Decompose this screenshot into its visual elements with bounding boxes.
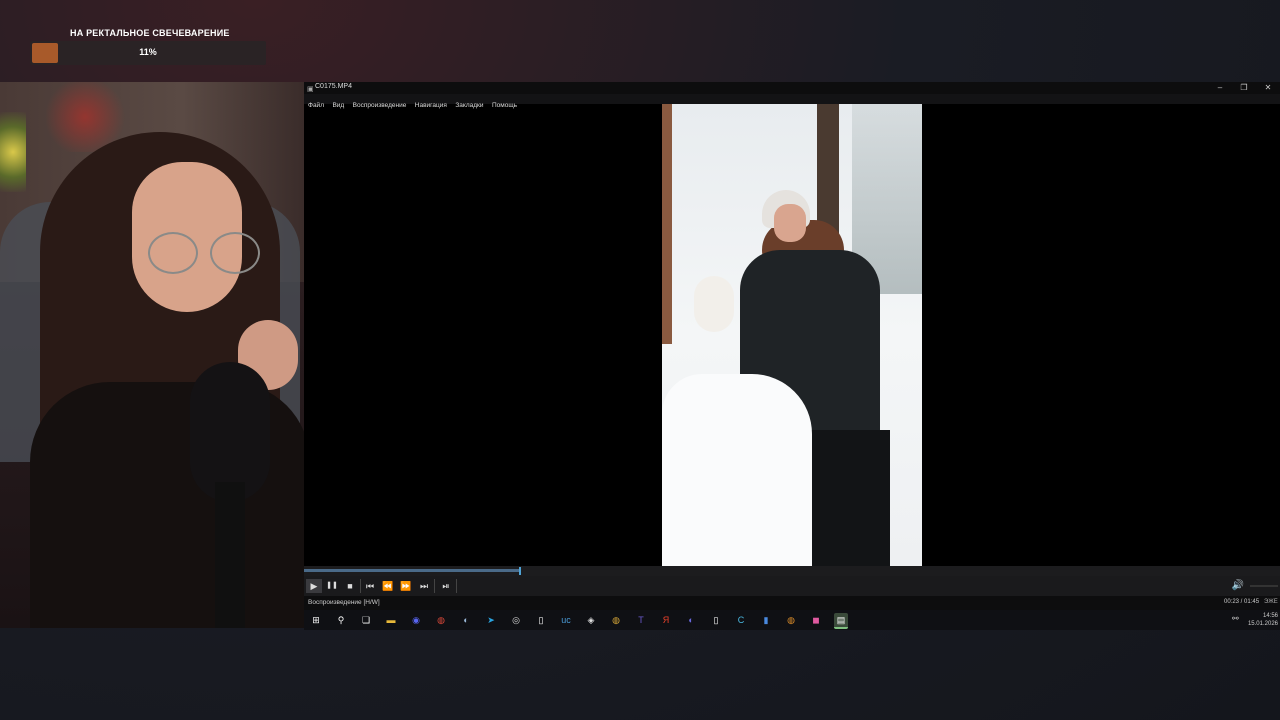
seek-progress (304, 569, 519, 572)
yandex-icon[interactable]: Я (659, 613, 673, 627)
minimize-button[interactable]: – (1208, 82, 1232, 94)
app-icon-2[interactable]: ◍ (609, 613, 623, 627)
uc-icon[interactable]: uc (559, 613, 573, 627)
window-title: C0175.MP4 (315, 83, 352, 90)
play-button[interactable]: ▶ (306, 579, 322, 593)
microphone (190, 362, 270, 502)
control-separator (434, 579, 435, 593)
time-display: 00:23 / 01:45 (1224, 599, 1260, 605)
app-icon-3[interactable]: ◐ (684, 613, 698, 627)
goal-progress-bar: 11% (30, 41, 266, 65)
snow-pile (662, 374, 812, 566)
next-button[interactable]: ⏭ (416, 579, 432, 593)
file-explorer-icon[interactable]: ▬ (384, 613, 398, 627)
frame-step-button[interactable]: ⏯ (438, 579, 454, 593)
app-icon-5[interactable]: ◼ (809, 613, 823, 627)
close-button[interactable]: ✕ (1256, 82, 1280, 94)
player-app-icon: ▣ (307, 86, 314, 93)
streamer-glasses (148, 232, 268, 274)
volume-slider[interactable] (1250, 585, 1278, 587)
steam-icon[interactable]: ◐ (459, 613, 473, 627)
app-icon-1[interactable]: ◈ (584, 613, 598, 627)
seek-handle[interactable] (519, 567, 521, 575)
donation-goal-widget: НА РЕКТАЛЬНОЕ СВЕЧЕВАРЕНИЕ 11% (30, 24, 270, 68)
webcam-feed (0, 82, 304, 628)
menu-view[interactable]: Вид (332, 102, 344, 109)
menu-file[interactable]: Файл (308, 102, 324, 109)
search-icon[interactable]: ⚲ (334, 613, 348, 627)
stop-button[interactable]: ■ (342, 579, 358, 593)
woman-face (774, 204, 806, 242)
control-separator (360, 579, 361, 593)
app-icon-4[interactable]: ◍ (784, 613, 798, 627)
t-app-icon[interactable]: T (634, 613, 648, 627)
media-player-window: ▣ C0175.MP4 – ❐ ✕ Файл Вид Воспроизведен… (304, 82, 1280, 610)
menu-bookmarks[interactable]: Закладки (455, 102, 483, 109)
stats-icon[interactable]: ▮ (759, 613, 773, 627)
system-clock[interactable]: 14:56 15.01.2026 (1234, 612, 1278, 628)
clock-time: 14:56 (1262, 613, 1278, 619)
document-icon[interactable]: ▯ (534, 613, 548, 627)
fast-forward-button[interactable]: ⏩ (398, 579, 414, 593)
telegram-icon[interactable]: ➤ (484, 613, 498, 627)
discord-icon[interactable]: ◉ (409, 613, 423, 627)
microphone-stand (215, 482, 245, 628)
status-flag: ЭЖЕ (1264, 599, 1278, 605)
menu-help[interactable]: Помощь (492, 102, 517, 109)
menu-bar: Файл Вид Воспроизведение Навигация Закла… (304, 94, 1280, 109)
seek-bar[interactable] (304, 566, 1280, 576)
restore-button[interactable]: ❐ (1232, 82, 1256, 94)
menu-navigation[interactable]: Навигация (415, 102, 447, 109)
c-app-icon[interactable]: C (734, 613, 748, 627)
previous-button[interactable]: ⏮ (362, 579, 378, 593)
title-bar: ▣ C0175.MP4 – ❐ ✕ (304, 82, 1280, 94)
tree-trunk-left (662, 104, 672, 344)
obs-icon[interactable]: ◎ (509, 613, 523, 627)
decorative-lamp (0, 112, 26, 192)
windows-taskbar: ⊞ ⚲ ❏ ▬ ◉ ◍ ◐ ➤ ◎ ▯ uc ◈ ◍ T Я ◐ ▯ C ▮ ◍ ◼ ▤ ⚯ 14:56 15.01.20… (304, 610, 1280, 630)
menu-playback[interactable]: Воспроизведение (353, 102, 407, 109)
goal-percent: 11% (139, 47, 157, 57)
white-mitten (694, 276, 734, 332)
video-frame[interactable] (662, 104, 922, 566)
goal-title: НА РЕКТАЛЬНОЕ СВЕЧЕВАРЕНИЕ (70, 28, 230, 38)
chrome-icon[interactable]: ◍ (434, 613, 448, 627)
media-player-icon[interactable]: ▤ (834, 613, 848, 629)
volume-icon[interactable]: 🔊 (1230, 579, 1246, 593)
pause-button[interactable]: ❚❚ (324, 579, 340, 593)
status-bar: Воспроизведение [H/W] 00:23 / 01:45 ЭЖЕ (304, 596, 1280, 610)
playback-status: Воспроизведение [H/W] (308, 599, 380, 606)
clock-date: 15.01.2026 (1247, 621, 1278, 627)
rewind-button[interactable]: ⏪ (380, 579, 396, 593)
playback-controls: ▶ ❚❚ ■ ⏮ ⏪ ⏩ ⏭ ⏯ 🔊 (304, 576, 1280, 596)
document-icon-2[interactable]: ▯ (709, 613, 723, 627)
control-separator (456, 579, 457, 593)
windows-start-icon[interactable]: ⊞ (309, 613, 323, 627)
task-view-icon[interactable]: ❏ (359, 613, 373, 627)
